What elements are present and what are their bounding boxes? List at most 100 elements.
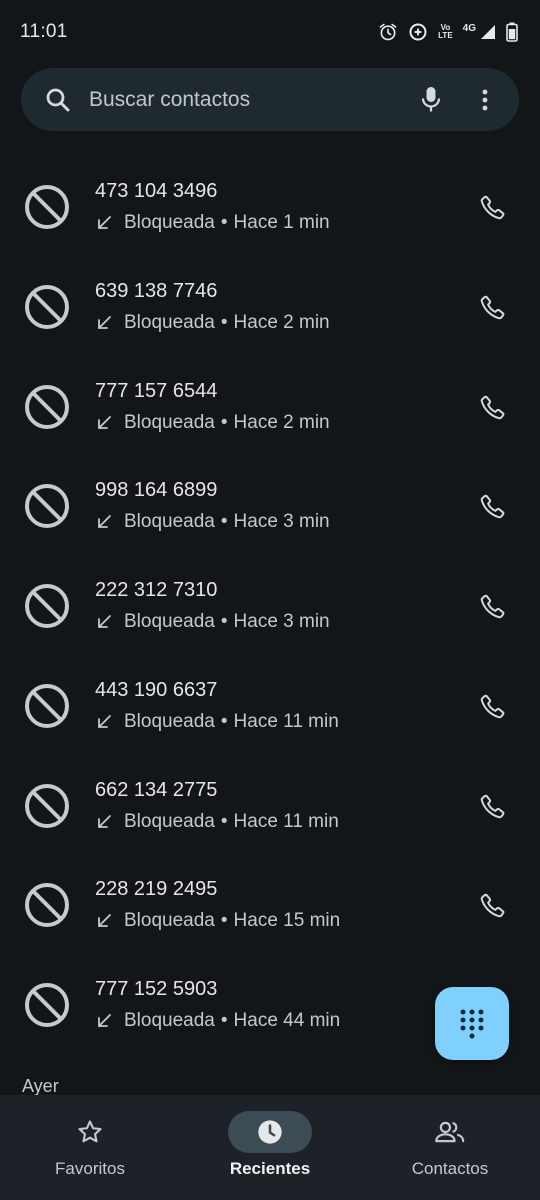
incoming-call-arrow-icon — [98, 315, 111, 329]
call-time: Hace 2 min — [233, 311, 330, 333]
data-saver-icon — [409, 23, 427, 41]
incoming-call-arrow-icon — [98, 515, 111, 529]
call-details: Bloqueada • Hace 2 min — [95, 412, 330, 434]
more-options-button[interactable] — [473, 82, 497, 118]
call-log-item[interactable]: 228 219 2495 Bloqueada • Hace 15 min — [0, 855, 540, 955]
mic-icon[interactable] — [419, 85, 443, 115]
call-details: Bloqueada • Hace 3 min — [95, 611, 330, 633]
call-time: Hace 11 min — [233, 810, 339, 832]
call-back-button[interactable] — [478, 890, 508, 920]
incoming-call-arrow-icon — [98, 814, 111, 828]
call-details: Bloqueada • Hace 1 min — [95, 212, 330, 234]
call-back-button[interactable] — [478, 791, 508, 821]
call-details: Bloqueada • Hace 11 min — [95, 811, 339, 833]
nav-recents-label: Recientes — [229, 1159, 311, 1178]
call-separator: • — [220, 1010, 228, 1031]
phone-icon[interactable] — [479, 193, 507, 221]
alarm-icon — [379, 23, 397, 41]
call-details: Bloqueada • Hace 2 min — [95, 312, 330, 334]
star-icon — [78, 1120, 102, 1143]
blocked-icon — [25, 983, 69, 1027]
call-log-item[interactable]: 473 104 3496 Bloqueada • Hace 1 min — [0, 157, 540, 257]
call-time: Hace 3 min — [233, 611, 330, 632]
call-number: 777 152 5903 — [95, 978, 218, 1000]
call-details: Bloqueada • Hace 15 min — [95, 910, 340, 932]
phone-icon[interactable] — [479, 492, 507, 520]
signal-icon — [481, 25, 495, 39]
call-number: 777 157 6544 — [95, 379, 218, 402]
call-details: Bloqueada • Hace 44 min — [95, 1010, 340, 1032]
phone-icon[interactable] — [479, 393, 507, 421]
battery-icon — [506, 22, 518, 42]
mic-button[interactable] — [413, 82, 449, 118]
phone-icon[interactable] — [479, 692, 507, 720]
call-status: Bloqueada — [124, 710, 215, 732]
nav-favorites[interactable]: Favoritos — [0, 1095, 180, 1200]
call-status: Bloqueada — [124, 511, 215, 533]
nav-favorites-label: Favoritos — [55, 1159, 125, 1178]
call-details: Bloqueada • Hace 11 min — [95, 711, 339, 733]
incoming-call-arrow-icon — [98, 615, 111, 628]
nav-contacts-label: Contactos — [411, 1159, 489, 1178]
blocked-icon — [25, 683, 69, 728]
more-vert-icon[interactable] — [481, 88, 489, 112]
call-time: Hace 44 min — [233, 1010, 341, 1031]
section-header-yesterday: Ayer — [22, 1076, 59, 1096]
call-log-item[interactable]: 998 164 6899 Bloqueada • Hace 3 min — [0, 456, 540, 556]
call-separator: • — [220, 511, 228, 533]
blocked-icon — [25, 883, 69, 928]
phone-icon[interactable] — [479, 792, 507, 820]
call-time: Hace 1 min — [233, 212, 330, 233]
blocked-icon — [25, 185, 69, 229]
search-bar[interactable] — [21, 68, 519, 131]
call-back-button[interactable] — [478, 491, 508, 521]
call-back-button[interactable] — [478, 591, 508, 621]
call-log-item[interactable]: 639 138 7746 Bloqueada • Hace 2 min — [0, 257, 540, 357]
incoming-call-arrow-icon — [98, 714, 111, 728]
nav-contacts[interactable]: Contactos — [360, 1095, 540, 1200]
call-log-item[interactable]: 662 134 2775 Bloqueada • Hace 11 min — [0, 756, 540, 856]
status-icons: Vo LTE 4G — [378, 22, 518, 42]
call-log-item[interactable]: 222 312 7310 Bloqueada • Hace 3 min — [0, 556, 540, 656]
blocked-icon — [25, 284, 69, 329]
call-separator: • — [220, 212, 228, 233]
incoming-call-arrow-icon — [98, 914, 111, 928]
phone-icon[interactable] — [479, 891, 507, 919]
call-number: 662 134 2775 — [95, 778, 218, 801]
incoming-call-arrow-icon — [98, 415, 111, 429]
dialpad-button[interactable] — [435, 987, 509, 1060]
call-number: 639 138 7746 — [95, 279, 218, 302]
call-log-item[interactable]: 443 190 6637 Bloqueada • Hace 11 min — [0, 656, 540, 756]
call-back-button[interactable] — [478, 691, 508, 721]
blocked-icon — [25, 783, 69, 828]
call-separator: • — [220, 611, 228, 632]
call-time: Hace 2 min — [233, 411, 330, 433]
nav-active-indicator — [228, 1111, 312, 1153]
call-separator: • — [220, 910, 228, 932]
call-back-button[interactable] — [478, 192, 508, 222]
phone-icon[interactable] — [479, 293, 507, 321]
blocked-icon — [25, 484, 69, 529]
blocked-icon — [25, 384, 69, 429]
call-time: Hace 11 min — [233, 710, 339, 732]
call-number: 222 312 7310 — [95, 579, 218, 601]
call-status: Bloqueada — [124, 611, 215, 632]
call-time: Hace 3 min — [233, 511, 330, 533]
network-type: 4G — [462, 22, 476, 34]
call-back-button[interactable] — [478, 292, 508, 322]
phone-icon[interactable] — [479, 592, 507, 620]
bottom-navigation: Favoritos Recientes Contactos — [0, 1095, 540, 1200]
call-status: Bloqueada — [124, 1010, 215, 1031]
dialpad-icon[interactable] — [459, 1009, 485, 1039]
search-input[interactable] — [89, 87, 413, 112]
call-status: Bloqueada — [124, 411, 215, 433]
search-icon[interactable] — [43, 85, 73, 115]
call-back-button[interactable] — [478, 392, 508, 422]
clock-icon — [258, 1120, 282, 1144]
call-log-item[interactable]: 777 157 6544 Bloqueada • Hace 2 min — [0, 357, 540, 457]
people-icon — [435, 1121, 465, 1143]
call-status: Bloqueada — [124, 910, 215, 932]
call-number: 443 190 6637 — [95, 678, 218, 701]
call-separator: • — [220, 411, 228, 433]
nav-recents[interactable]: Recientes — [180, 1095, 360, 1200]
